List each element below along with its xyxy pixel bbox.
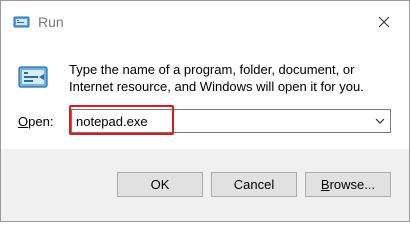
cancel-button[interactable]: Cancel	[211, 172, 297, 197]
button-bar: OK Cancel Browse...	[1, 149, 409, 221]
ok-button[interactable]: OK	[117, 172, 203, 197]
open-combobox[interactable]: notepad.exe	[71, 109, 391, 133]
open-input[interactable]: notepad.exe	[76, 113, 148, 130]
dialog-description: Type the name of a program, folder, docu…	[69, 62, 364, 94]
run-app-icon	[13, 14, 30, 30]
run-dialog: Run Type the name of a program, folder, …	[0, 0, 410, 222]
close-button[interactable]	[373, 11, 395, 33]
open-label: Open:	[18, 114, 54, 129]
chevron-down-icon	[375, 118, 385, 124]
window-title: Run	[38, 14, 64, 30]
dialog-body: Type the name of a program, folder, docu…	[1, 41, 409, 161]
title-bar[interactable]: Run	[1, 1, 409, 41]
close-icon	[378, 16, 390, 28]
browse-button[interactable]: Browse...	[305, 172, 391, 197]
run-app-icon	[17, 63, 49, 93]
dropdown-button[interactable]	[373, 114, 387, 128]
